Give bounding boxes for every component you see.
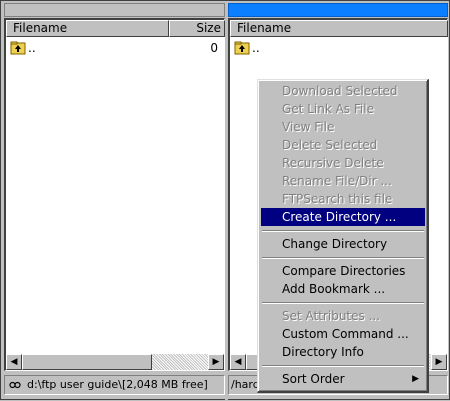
scroll-left-button[interactable]: ◀ — [6, 354, 22, 370]
menu-separator — [262, 302, 424, 304]
local-list-header: Filename Size — [6, 20, 225, 37]
menu-item-ftpsearch: FTPSearch this file — [282, 192, 393, 206]
size-column-header[interactable]: Size — [169, 20, 225, 37]
submenu-arrow-icon: ▶ — [412, 374, 419, 384]
list-item[interactable]: .. — [232, 40, 445, 56]
link-icon — [9, 381, 21, 389]
menu-item-compare-directories[interactable]: Compare Directories — [261, 262, 425, 280]
menu-separator — [262, 230, 424, 232]
list-item-size: 0 — [210, 41, 218, 55]
local-pane: Filename Size .. 0 ◀ ▶ d:\ftp user guide… — [4, 1, 225, 401]
folder-up-icon — [234, 41, 250, 55]
menu-item-sort-order-label: Sort Order — [282, 372, 345, 386]
menu-item-custom-command[interactable]: Custom Command ... — [261, 325, 425, 343]
menu-item-sort-order[interactable]: Sort Order ▶ — [261, 370, 425, 388]
menu-item-download-selected: Download Selected — [282, 84, 398, 98]
menu-item-delete-selected: Delete Selected — [282, 138, 378, 152]
free-space: [2,048 MB free] — [122, 378, 208, 391]
menu-item-set-attributes: Set Attributes ... — [282, 309, 381, 323]
ftp-client-window: Filename Size .. 0 ◀ ▶ d:\ftp user guide… — [0, 0, 450, 401]
scroll-right-button[interactable]: ▶ — [431, 354, 447, 370]
scroll-right-button[interactable]: ▶ — [208, 354, 224, 370]
local-horizontal-scrollbar[interactable]: ◀ ▶ — [6, 354, 224, 370]
menu-separator — [262, 257, 424, 259]
menu-item-rename: Rename File/Dir ... — [282, 174, 392, 188]
menu-item-change-directory[interactable]: Change Directory — [261, 235, 425, 253]
list-item[interactable]: .. 0 — [8, 40, 222, 56]
filename-column-header[interactable]: Filename — [230, 20, 448, 37]
local-status-bar: d:\ftp user guide\ [2,048 MB free] — [4, 375, 225, 395]
remote-path: /hard — [231, 378, 260, 391]
remote-pane-titlebar[interactable] — [228, 3, 448, 17]
folder-up-icon — [10, 41, 26, 55]
list-item-name: .. — [252, 41, 260, 55]
menu-item-add-bookmark[interactable]: Add Bookmark ... — [261, 280, 425, 298]
context-menu: Download Selected Get Link As File View … — [257, 79, 429, 393]
scroll-thumb[interactable] — [22, 354, 152, 370]
menu-item-create-directory[interactable]: Create Directory ... — [261, 208, 425, 226]
menu-item-view-file: View File — [282, 120, 335, 134]
filename-column-header[interactable]: Filename — [6, 20, 169, 37]
local-pane-titlebar[interactable] — [4, 3, 225, 17]
local-file-list[interactable]: Filename Size .. 0 ◀ ▶ — [4, 18, 225, 371]
menu-item-recursive-delete: Recursive Delete — [282, 156, 384, 170]
remote-list-header: Filename — [230, 20, 448, 37]
menu-separator — [262, 365, 424, 367]
menu-item-directory-info[interactable]: Directory Info — [261, 343, 425, 361]
menu-item-get-link-as-file: Get Link As File — [282, 102, 374, 116]
list-item-name: .. — [28, 41, 36, 55]
scroll-track[interactable] — [152, 354, 208, 370]
scroll-left-button[interactable]: ◀ — [230, 354, 246, 370]
local-path: d:\ftp user guide\ — [27, 378, 122, 391]
